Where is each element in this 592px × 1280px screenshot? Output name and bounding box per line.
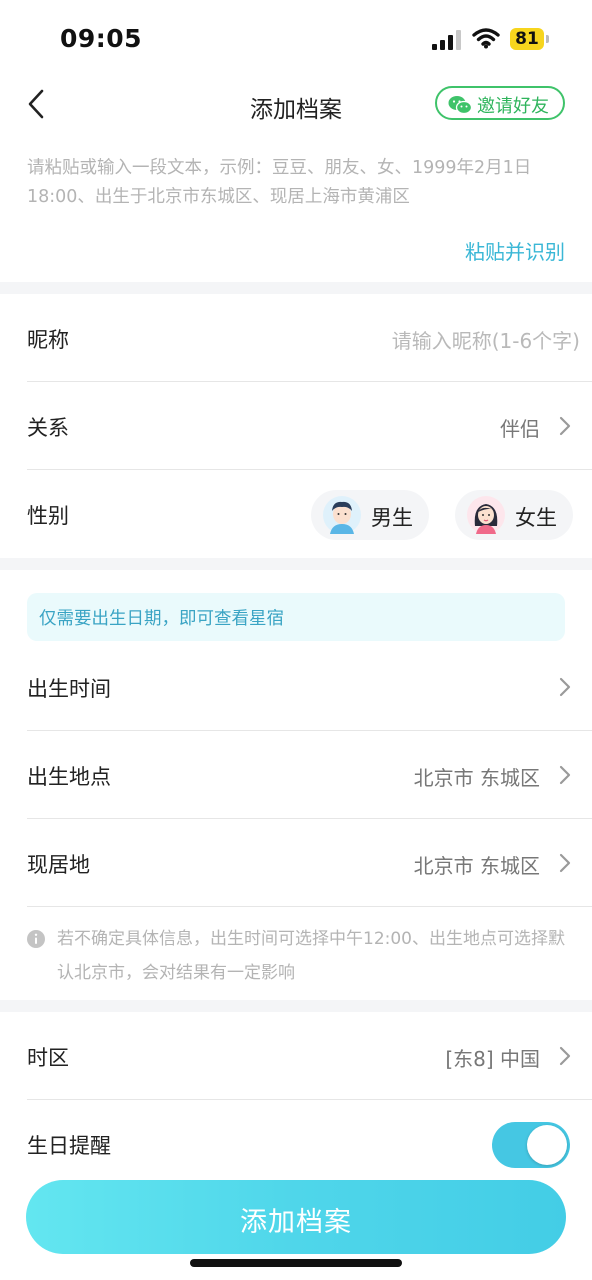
- add-profile-label: 添加档案: [240, 1207, 352, 1238]
- birth-time-label: 出生时间: [27, 677, 111, 701]
- invite-friends-label: 邀请好友: [477, 96, 549, 117]
- chevron-right-icon: [559, 677, 571, 697]
- female-avatar-icon: [467, 496, 505, 534]
- section-divider: [0, 558, 592, 570]
- birth-place-value: 北京市 东城区: [413, 766, 540, 790]
- nav-bar: 添加档案 邀请好友: [0, 80, 592, 130]
- chevron-right-icon: [559, 853, 571, 873]
- residence-value: 北京市 东城区: [413, 854, 540, 878]
- timezone-row[interactable]: 时区 [东8] 中国: [0, 1012, 592, 1100]
- residence-row[interactable]: 现居地 北京市 东城区: [0, 819, 592, 907]
- birth-place-row[interactable]: 出生地点 北京市 东城区: [0, 731, 592, 819]
- chevron-right-icon: [559, 765, 571, 785]
- status-bar: 09:05 81: [0, 0, 592, 80]
- chevron-right-icon: [559, 1046, 571, 1066]
- timezone-value: [东8] 中国: [445, 1047, 540, 1071]
- wechat-icon: [448, 96, 472, 115]
- male-avatar-icon: [323, 496, 361, 534]
- birthday-reminder-row: 生日提醒: [0, 1100, 592, 1188]
- gender-male-label: 男生: [371, 506, 413, 530]
- battery-level: 81: [515, 29, 539, 49]
- birth-time-row[interactable]: 出生时间: [0, 643, 592, 731]
- gender-female-button[interactable]: 女生: [455, 490, 573, 540]
- birth-place-label: 出生地点: [27, 765, 111, 789]
- signal-icon: [432, 30, 461, 50]
- birth-tip-text: 仅需要出生日期，即可查看星宿: [39, 609, 284, 629]
- battery-indicator: 81: [510, 28, 550, 50]
- invite-friends-button[interactable]: 邀请好友: [435, 86, 565, 120]
- paste-recognize-button[interactable]: 粘贴并识别: [465, 236, 565, 265]
- paste-text-area[interactable]: 请粘贴或输入一段文本，示例：豆豆、朋友、女、1999年2月1日18:00、出生于…: [0, 140, 592, 285]
- section-divider: [0, 1000, 592, 1012]
- chevron-right-icon: [559, 416, 571, 436]
- home-indicator: [190, 1259, 402, 1267]
- gender-row: 性别 男生 女生: [0, 470, 592, 558]
- nickname-input[interactable]: 请输入昵称(1-6个字): [392, 325, 580, 354]
- status-time: 09:05: [60, 24, 143, 53]
- residence-label: 现居地: [27, 853, 90, 877]
- relation-label: 关系: [27, 416, 69, 440]
- relation-value: 伴侣: [500, 417, 540, 441]
- gender-female-label: 女生: [515, 506, 557, 530]
- timezone-label: 时区: [27, 1046, 69, 1070]
- add-profile-button[interactable]: 添加档案: [26, 1180, 566, 1254]
- birthday-reminder-toggle[interactable]: [492, 1122, 570, 1168]
- nickname-row[interactable]: 昵称 请输入昵称(1-6个字): [0, 294, 592, 382]
- birth-note-text: 若不确定具体信息，出生时间可选择中午12:00、出生地点可选择默认北京市，会对结…: [57, 929, 565, 983]
- relation-row[interactable]: 关系 伴侣: [0, 382, 592, 470]
- birth-tip-banner: 仅需要出生日期，即可查看星宿: [27, 593, 565, 641]
- birthday-reminder-label: 生日提醒: [27, 1134, 111, 1158]
- wifi-icon: [472, 28, 500, 49]
- info-icon: [27, 930, 45, 948]
- paste-placeholder: 请粘贴或输入一段文本，示例：豆豆、朋友、女、1999年2月1日18:00、出生于…: [27, 158, 532, 207]
- section-divider: [0, 282, 592, 294]
- nickname-label: 昵称: [27, 328, 69, 352]
- toggle-knob: [527, 1125, 567, 1165]
- gender-male-button[interactable]: 男生: [311, 490, 429, 540]
- gender-label: 性别: [27, 504, 69, 528]
